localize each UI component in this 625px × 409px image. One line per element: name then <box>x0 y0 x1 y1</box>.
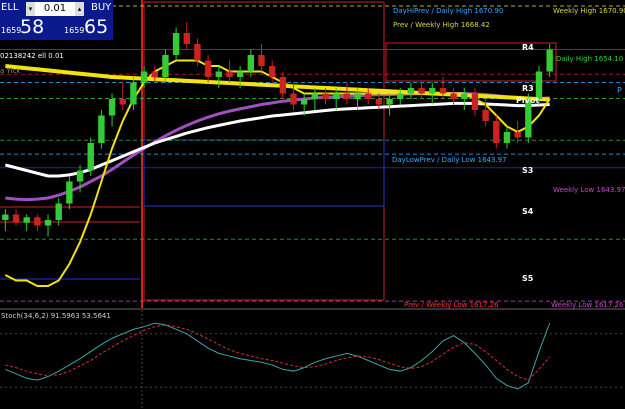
candle-body <box>375 99 383 105</box>
candle-body <box>279 77 287 94</box>
lot-decrease-button[interactable]: ▾ <box>26 2 35 16</box>
weekly-high-label: Weekly High 1670.90 <box>553 7 625 15</box>
pivot-r4-label: R4 <box>522 43 534 52</box>
candle-body <box>482 110 489 121</box>
candle-body <box>98 115 105 143</box>
candle-body <box>258 55 265 66</box>
candle-body <box>130 82 137 105</box>
candle-body <box>12 214 20 223</box>
candle-body <box>450 93 457 99</box>
candle-body <box>268 66 276 77</box>
candle-body <box>183 33 190 44</box>
stoch-signal-line <box>5 324 551 381</box>
price-chart <box>0 0 625 409</box>
prev-weekly-low-label: Prev / Weekly Low 1617.26 <box>404 301 499 309</box>
candle-body <box>119 99 126 105</box>
candle-body <box>429 88 436 94</box>
candle-body <box>194 44 201 61</box>
pivot-s4-label: S4 <box>522 207 534 216</box>
prev-week-range-box <box>143 1 385 301</box>
pivot-s5-label: S5 <box>522 274 534 283</box>
stoch-main-line <box>5 322 551 390</box>
sell-button[interactable]: ELL <box>1 2 18 13</box>
candle-body <box>397 93 404 99</box>
open-order-label: 02138242 ell 0.01 <box>0 52 64 60</box>
candle-body <box>333 93 340 99</box>
candle-body <box>407 88 415 94</box>
candle-body <box>204 60 212 77</box>
candle-body <box>108 99 116 116</box>
candle-body <box>44 220 52 226</box>
candle-body <box>172 33 180 55</box>
candle-body <box>493 121 500 143</box>
candle-body <box>247 55 255 72</box>
candle-body <box>290 93 297 105</box>
candle-body <box>471 93 479 110</box>
pivot-r3-label: R3 <box>522 84 534 93</box>
candle-body <box>322 93 329 99</box>
ma-yellow-fast-line <box>4 59 551 287</box>
candle-body <box>461 93 468 99</box>
daily-low-prev-label: DayLowPrev / Daily Low 1643.97 <box>392 156 507 164</box>
daily-high-prev-label: DayHiPrev / Daily High 1670.90 <box>393 7 504 15</box>
candle-body <box>546 49 553 72</box>
daily-range-box <box>143 139 385 207</box>
candle-body <box>151 71 158 77</box>
candle-body <box>34 217 41 226</box>
daily-high-label: Daily High 1654.10 <box>556 55 624 63</box>
weekly-low-bottom-label: Weekly Low 1617.26 <box>551 301 624 309</box>
candle-body <box>343 93 351 99</box>
pivot-label: Pivot <box>516 96 540 105</box>
candle-body <box>236 71 244 77</box>
prev-weekly-high-label: Prev / Weekly High 1668.42 <box>393 21 490 29</box>
candle-body <box>386 99 393 105</box>
buy-button[interactable]: BUY <box>91 2 111 13</box>
ask-price-prefix[interactable]: 1659 <box>64 26 84 35</box>
ask-price-pips[interactable]: 65 <box>84 16 108 38</box>
candle-body <box>66 181 73 204</box>
candle-body <box>140 71 148 83</box>
candle-body <box>2 214 9 220</box>
right-edge-p-label: P <box>617 86 622 95</box>
one-click-trading-panel: ELL ▾ 0.01 ▴ BUY 1659 58 1659 65 <box>0 0 113 40</box>
chart-window: ELL ▾ 0.01 ▴ BUY 1659 58 1659 65 0213824… <box>0 0 625 409</box>
candle-body <box>300 99 308 105</box>
candle-body <box>354 93 361 99</box>
order-sub-label: a Yick <box>0 67 21 75</box>
candle-body <box>215 71 222 77</box>
pivot-s3-label: S3 <box>522 166 534 175</box>
stochastic-indicator-label: Stoch(34,6,2) 91.5963 53.5641 <box>1 312 111 320</box>
bid-price-prefix[interactable]: 1659 <box>1 26 21 35</box>
candle-body <box>311 93 319 99</box>
weekly-low-label: Weekly Low 1643.97 <box>553 186 625 194</box>
candle-body <box>55 203 62 220</box>
candle-body <box>87 143 94 171</box>
candle-body <box>162 55 169 77</box>
lot-size-input[interactable]: 0.01 <box>35 2 75 16</box>
candle-body <box>76 170 84 182</box>
lot-increase-button[interactable]: ▴ <box>75 2 84 16</box>
candle-body <box>365 93 372 99</box>
candle-body <box>439 88 447 94</box>
candle-body <box>418 88 425 94</box>
ma-purple-line <box>5 92 550 202</box>
candle-body <box>535 71 543 99</box>
candle-body <box>514 132 521 138</box>
candle-body <box>226 71 233 77</box>
candle-body <box>503 132 511 143</box>
bid-price-pips[interactable]: 58 <box>20 16 44 38</box>
candle-body <box>23 217 30 223</box>
